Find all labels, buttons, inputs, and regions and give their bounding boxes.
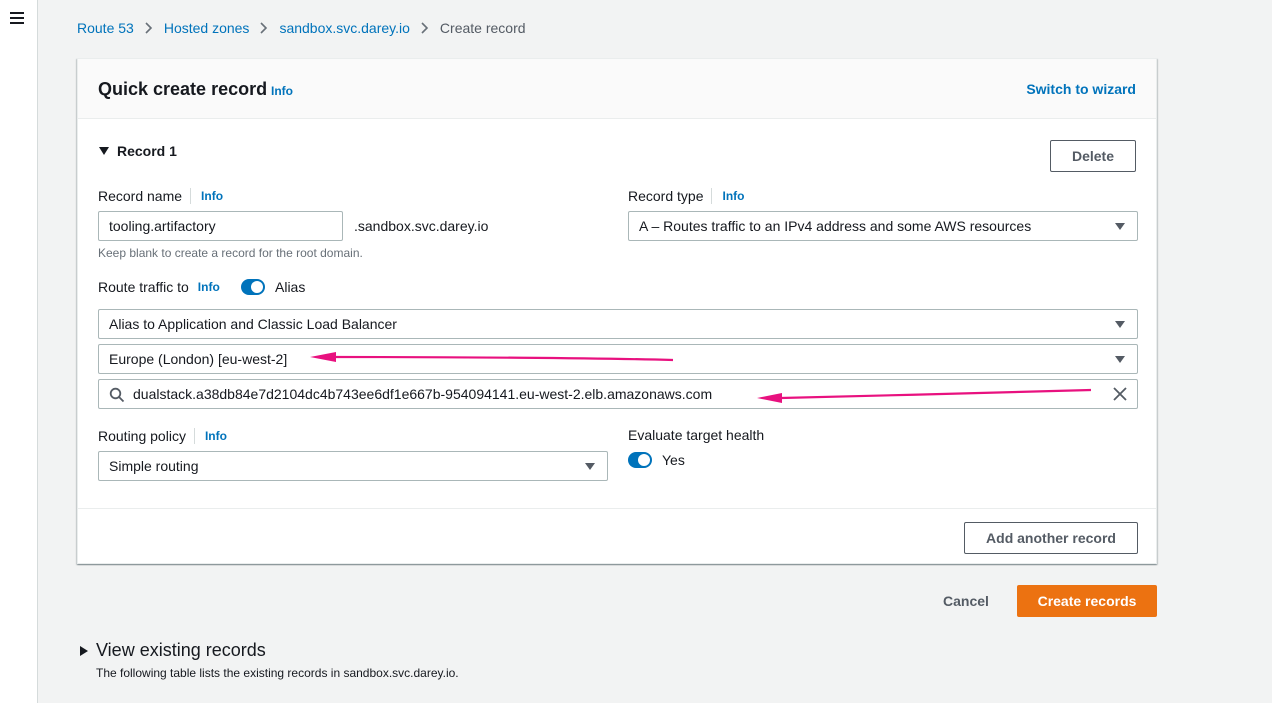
record-type-label: Record type: [628, 188, 704, 204]
alias-label: Alias: [275, 279, 306, 295]
breadcrumb: Route 53 Hosted zones sandbox.svc.darey.…: [77, 20, 526, 36]
record-1-toggle[interactable]: Record 1: [98, 143, 177, 159]
chevron-right-icon: [260, 22, 268, 34]
record-name-label-row: Record name Info: [98, 188, 223, 204]
delete-button[interactable]: Delete: [1050, 140, 1136, 172]
record-name-info-link[interactable]: Info: [201, 189, 223, 203]
record-name-input[interactable]: [98, 211, 343, 241]
routing-policy-label-row: Routing policy Info: [98, 428, 227, 444]
caret-right-icon: [80, 645, 88, 656]
panel-footer-divider: [78, 508, 1156, 509]
switch-to-wizard-link[interactable]: Switch to wizard: [1026, 81, 1136, 97]
chevron-right-icon: [145, 22, 152, 34]
record-heading: Record 1: [117, 143, 177, 159]
record-name-label: Record name: [98, 188, 183, 204]
record-type-select[interactable]: A – Routes traffic to an IPv4 address an…: [628, 211, 1138, 241]
evaluate-health-label: Evaluate target health: [628, 427, 765, 443]
route-traffic-label: Route traffic to: [98, 279, 189, 295]
breadcrumb-hosted-zones[interactable]: Hosted zones: [164, 20, 250, 36]
search-icon: [109, 387, 125, 403]
record-name-hint: Keep blank to create a record for the ro…: [98, 246, 363, 260]
region-select[interactable]: Europe (London) [eu-west-2]: [98, 344, 1138, 374]
alias-target-value: Alias to Application and Classic Load Ba…: [109, 316, 397, 332]
label-divider: [190, 188, 192, 204]
route-traffic-info-link[interactable]: Info: [198, 280, 220, 294]
evaluate-health-value: Yes: [662, 452, 685, 468]
panel-header: Quick create record Info Switch to wizar…: [78, 59, 1156, 119]
record-type-value: A – Routes traffic to an IPv4 address an…: [639, 218, 1032, 234]
evaluate-health-toggle[interactable]: [628, 452, 652, 468]
hamburger-menu-icon[interactable]: [10, 12, 24, 24]
title-info-link[interactable]: Info: [271, 84, 293, 98]
existing-records-heading: View existing records: [96, 640, 266, 660]
region-value: Europe (London) [eu-west-2]: [109, 351, 288, 367]
endpoint-value: dualstack.a38db84e7d2104dc4b743ee6df1e66…: [133, 386, 713, 402]
cancel-button[interactable]: Cancel: [943, 593, 989, 609]
endpoint-search-input[interactable]: dualstack.a38db84e7d2104dc4b743ee6df1e66…: [98, 379, 1138, 409]
routing-policy-select[interactable]: Simple routing: [98, 451, 608, 481]
domain-suffix: .sandbox.svc.darey.io: [354, 218, 489, 234]
breadcrumb-current: Create record: [439, 20, 526, 36]
alias-toggle[interactable]: [241, 279, 265, 295]
caret-down-icon: [1115, 223, 1125, 230]
quick-create-record-panel: Quick create record Info Switch to wizar…: [77, 58, 1157, 564]
route-traffic-row: Route traffic to Info: [98, 279, 220, 295]
record-type-label-row: Record type Info: [628, 188, 744, 204]
side-navigation-rail: [0, 0, 38, 703]
caret-down-icon: [99, 147, 109, 155]
create-records-button[interactable]: Create records: [1017, 585, 1157, 617]
add-another-record-button[interactable]: Add another record: [964, 522, 1138, 554]
breadcrumb-hosted-zone[interactable]: sandbox.svc.darey.io: [279, 20, 409, 36]
page-title: Quick create record: [98, 79, 268, 99]
caret-down-icon: [1115, 321, 1125, 328]
routing-policy-value: Simple routing: [109, 458, 199, 474]
label-divider: [193, 428, 195, 444]
existing-records-description: The following table lists the existing r…: [96, 666, 459, 680]
alias-target-select[interactable]: Alias to Application and Classic Load Ba…: [98, 309, 1138, 339]
chevron-right-icon: [421, 22, 429, 34]
label-divider: [711, 188, 713, 204]
view-existing-records-toggle[interactable]: View existing records: [79, 640, 266, 661]
routing-policy-label: Routing policy: [98, 428, 186, 444]
breadcrumb-route53[interactable]: Route 53: [77, 20, 134, 36]
caret-down-icon: [1115, 356, 1125, 363]
record-type-info-link[interactable]: Info: [722, 189, 744, 203]
caret-down-icon: [585, 463, 595, 470]
routing-policy-info-link[interactable]: Info: [205, 429, 227, 443]
clear-icon[interactable]: [1113, 387, 1127, 401]
